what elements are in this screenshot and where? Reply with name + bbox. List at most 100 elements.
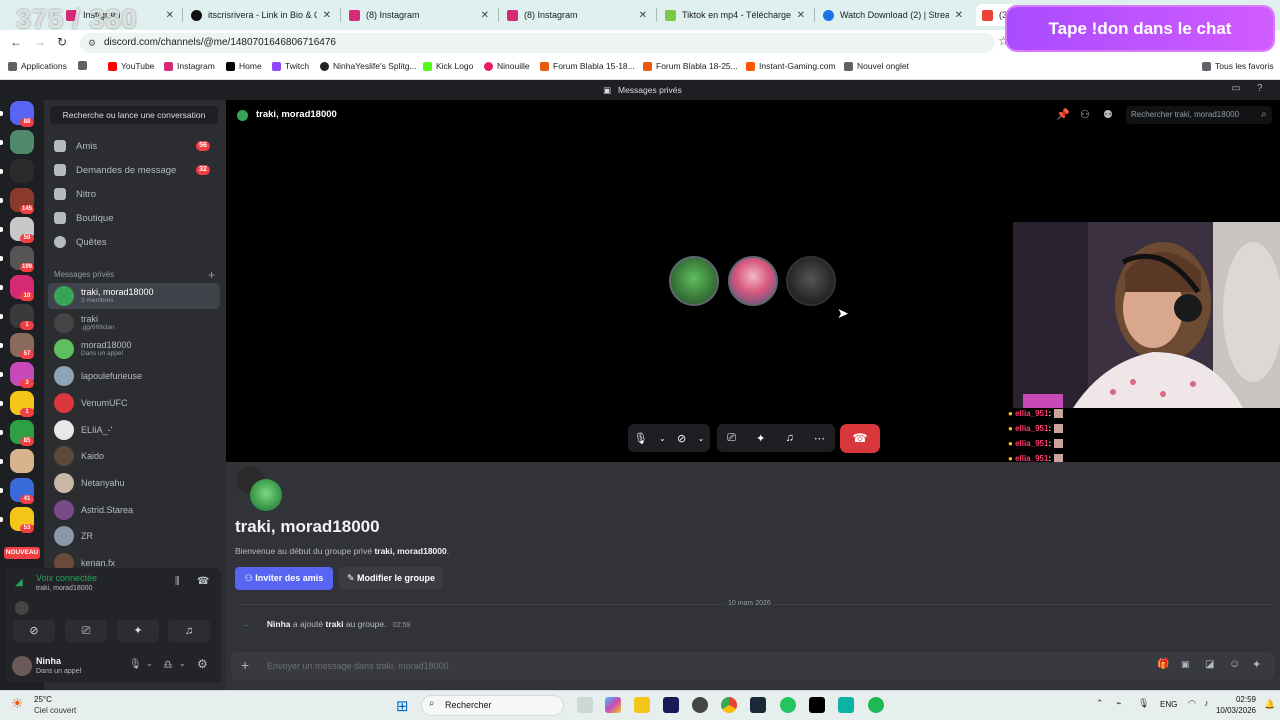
camera-off-icon[interactable]: ⊘: [677, 432, 686, 445]
tab-instagram-3[interactable]: (8) Instagram ✕: [501, 4, 653, 26]
screen-share-icon[interactable]: ⎚: [727, 432, 736, 445]
bookmark-all[interactable]: Tous les favoris: [1202, 61, 1274, 71]
dm-item[interactable]: ELIiA_-': [48, 417, 220, 443]
close-icon[interactable]: ✕: [160, 10, 174, 21]
sys-actor[interactable]: Ninha: [267, 619, 291, 629]
dm-item[interactable]: lapoulefurieuse: [48, 363, 220, 389]
notification-icon[interactable]: 🔔: [1264, 699, 1275, 710]
apps-icon[interactable]: ✦: [1252, 658, 1261, 671]
chevron-up-icon[interactable]: ⌃: [1096, 698, 1104, 709]
inbox-icon[interactable]: ▭: [1231, 83, 1240, 94]
bookmark-apps[interactable]: Applications: [8, 61, 67, 71]
chevron-down-icon[interactable]: ⌄: [179, 659, 186, 668]
gif-icon[interactable]: ▣: [1181, 659, 1190, 670]
pin-icon[interactable]: 📌: [1056, 108, 1070, 121]
bookmark-instant-gaming[interactable]: Instant-Gaming.com: [746, 61, 836, 71]
chrome-icon[interactable]: [721, 697, 737, 713]
close-icon[interactable]: ✕: [475, 10, 489, 21]
nav-message-requests[interactable]: Demandes de message 32: [50, 159, 218, 181]
members-icon[interactable]: ⚉: [1103, 108, 1113, 121]
help-icon[interactable]: ?: [1257, 83, 1263, 94]
tab-tiktok[interactable]: Tiktok en mp4 - Téléchargez de ✕: [659, 4, 811, 26]
nav-quests[interactable]: Quêtes: [50, 231, 218, 253]
premiere-icon[interactable]: [663, 697, 679, 713]
site-info-icon[interactable]: ⚙: [88, 33, 96, 53]
activities-icon[interactable]: ✦: [756, 432, 765, 445]
close-icon[interactable]: ✕: [317, 10, 331, 21]
volume-icon[interactable]: ♪: [1204, 698, 1209, 708]
tab-instagram-2[interactable]: (8) Instagram ✕: [343, 4, 495, 26]
bookmark-kick[interactable]: Kick Logo: [423, 61, 473, 71]
tiktok-icon[interactable]: [809, 697, 825, 713]
wifi-icon[interactable]: ◠: [1188, 698, 1196, 709]
steam-icon[interactable]: [750, 697, 766, 713]
forward-icon[interactable]: →: [34, 35, 46, 49]
dm-item[interactable]: morad18000 Dans un appel: [48, 336, 220, 362]
nav-shop[interactable]: Boutique: [50, 207, 218, 229]
dm-item[interactable]: ZR: [48, 523, 220, 549]
user-avatar[interactable]: [12, 656, 32, 676]
dm-item[interactable]: VenumUFC: [48, 390, 220, 416]
server-icon[interactable]: [10, 130, 34, 154]
dm-item[interactable]: traki, morad18000 3 membres: [48, 283, 220, 309]
participant-avatar-morad[interactable]: [669, 256, 719, 306]
emoji-icon[interactable]: ☺: [1229, 658, 1240, 670]
windows-start-icon[interactable]: ⊞: [396, 697, 409, 715]
network-icon[interactable]: ⌁: [1116, 698, 1121, 709]
edit-group-button[interactable]: ✎ Modifier le groupe: [339, 567, 443, 590]
chevron-down-icon[interactable]: ⌄: [146, 659, 153, 668]
close-icon[interactable]: ✕: [633, 10, 647, 21]
bookmark-new-tab[interactable]: Nouvel onglet: [844, 61, 909, 71]
noise-suppression-icon[interactable]: ⫼: [175, 576, 180, 587]
dm-item[interactable]: Astrid.Starea: [48, 497, 220, 523]
app-icon[interactable]: [838, 697, 854, 713]
headset-icon[interactable]: ♎: [163, 658, 173, 671]
screen-share-button[interactable]: ⎚: [65, 620, 107, 642]
nav-friends[interactable]: Amis 56: [50, 135, 218, 157]
microphone-icon[interactable]: 🎙: [129, 659, 142, 670]
address-bar[interactable]: ⚙ discord.com/channels/@me/1480701646806…: [80, 33, 995, 53]
bookmark-youtube[interactable]: YouTube: [108, 61, 154, 71]
chevron-down-icon[interactable]: ⌄: [698, 434, 705, 443]
activities-button[interactable]: ✦: [117, 620, 159, 642]
dm-search-button[interactable]: Recherche ou lance une conversation: [50, 106, 218, 124]
settings-gear-icon[interactable]: ⚙: [197, 657, 208, 671]
participant-avatar-ninha[interactable]: [728, 256, 778, 306]
xbox-icon[interactable]: [780, 697, 796, 713]
bookmark-forum-1518[interactable]: Forum Blabla 15-18...: [540, 61, 635, 71]
copilot-icon[interactable]: [605, 697, 621, 713]
soundboard-icon[interactable]: ♫: [785, 432, 793, 444]
bookmark-grid[interactable]: [78, 61, 91, 70]
back-icon[interactable]: ←: [10, 35, 22, 49]
weather-icon[interactable]: ☀: [11, 695, 24, 712]
clock-time[interactable]: 02:59: [1222, 695, 1256, 704]
call-search-input[interactable]: Rechercher traki, morad18000: [1126, 106, 1272, 124]
more-options-icon[interactable]: ⋯: [814, 432, 825, 445]
reload-icon[interactable]: ↻: [57, 35, 67, 49]
server-icon[interactable]: [10, 159, 34, 183]
server-icon[interactable]: [10, 449, 34, 473]
message-input[interactable]: [267, 652, 1147, 680]
add-friend-icon[interactable]: ⚇: [1080, 108, 1090, 121]
taskbar-search[interactable]: [421, 695, 564, 716]
bookmark-forum-1825[interactable]: Forum Blabla 18-25...: [643, 61, 738, 71]
tab-linkinbio[interactable]: itscrisrivera - Link in Bio & Crea ✕: [185, 4, 337, 26]
file-explorer-icon[interactable]: [577, 697, 593, 713]
spotify-icon[interactable]: [868, 697, 884, 713]
sys-target[interactable]: traki: [326, 619, 344, 629]
gift-icon[interactable]: 🎁: [1157, 659, 1169, 670]
folder-icon[interactable]: [634, 697, 650, 713]
bookmark-ninouille[interactable]: Ninouille: [484, 61, 530, 71]
chevron-down-icon[interactable]: ⌄: [659, 434, 666, 443]
sticker-icon[interactable]: ◪: [1205, 659, 1214, 670]
obs-icon[interactable]: [692, 697, 708, 713]
dm-item[interactable]: traki .gg/669clan: [48, 310, 220, 336]
bookmark-home[interactable]: Home: [226, 61, 262, 71]
bookmark-twitch[interactable]: Twitch: [272, 61, 309, 71]
nav-nitro[interactable]: Nitro: [50, 183, 218, 205]
microphone-icon[interactable]: 🎙: [634, 432, 648, 445]
participant-avatar-traki[interactable]: [786, 256, 836, 306]
dm-item[interactable]: Netanyahu: [48, 470, 220, 496]
soundboard-button[interactable]: ♫: [168, 620, 210, 642]
create-dm-icon[interactable]: +: [208, 268, 215, 282]
